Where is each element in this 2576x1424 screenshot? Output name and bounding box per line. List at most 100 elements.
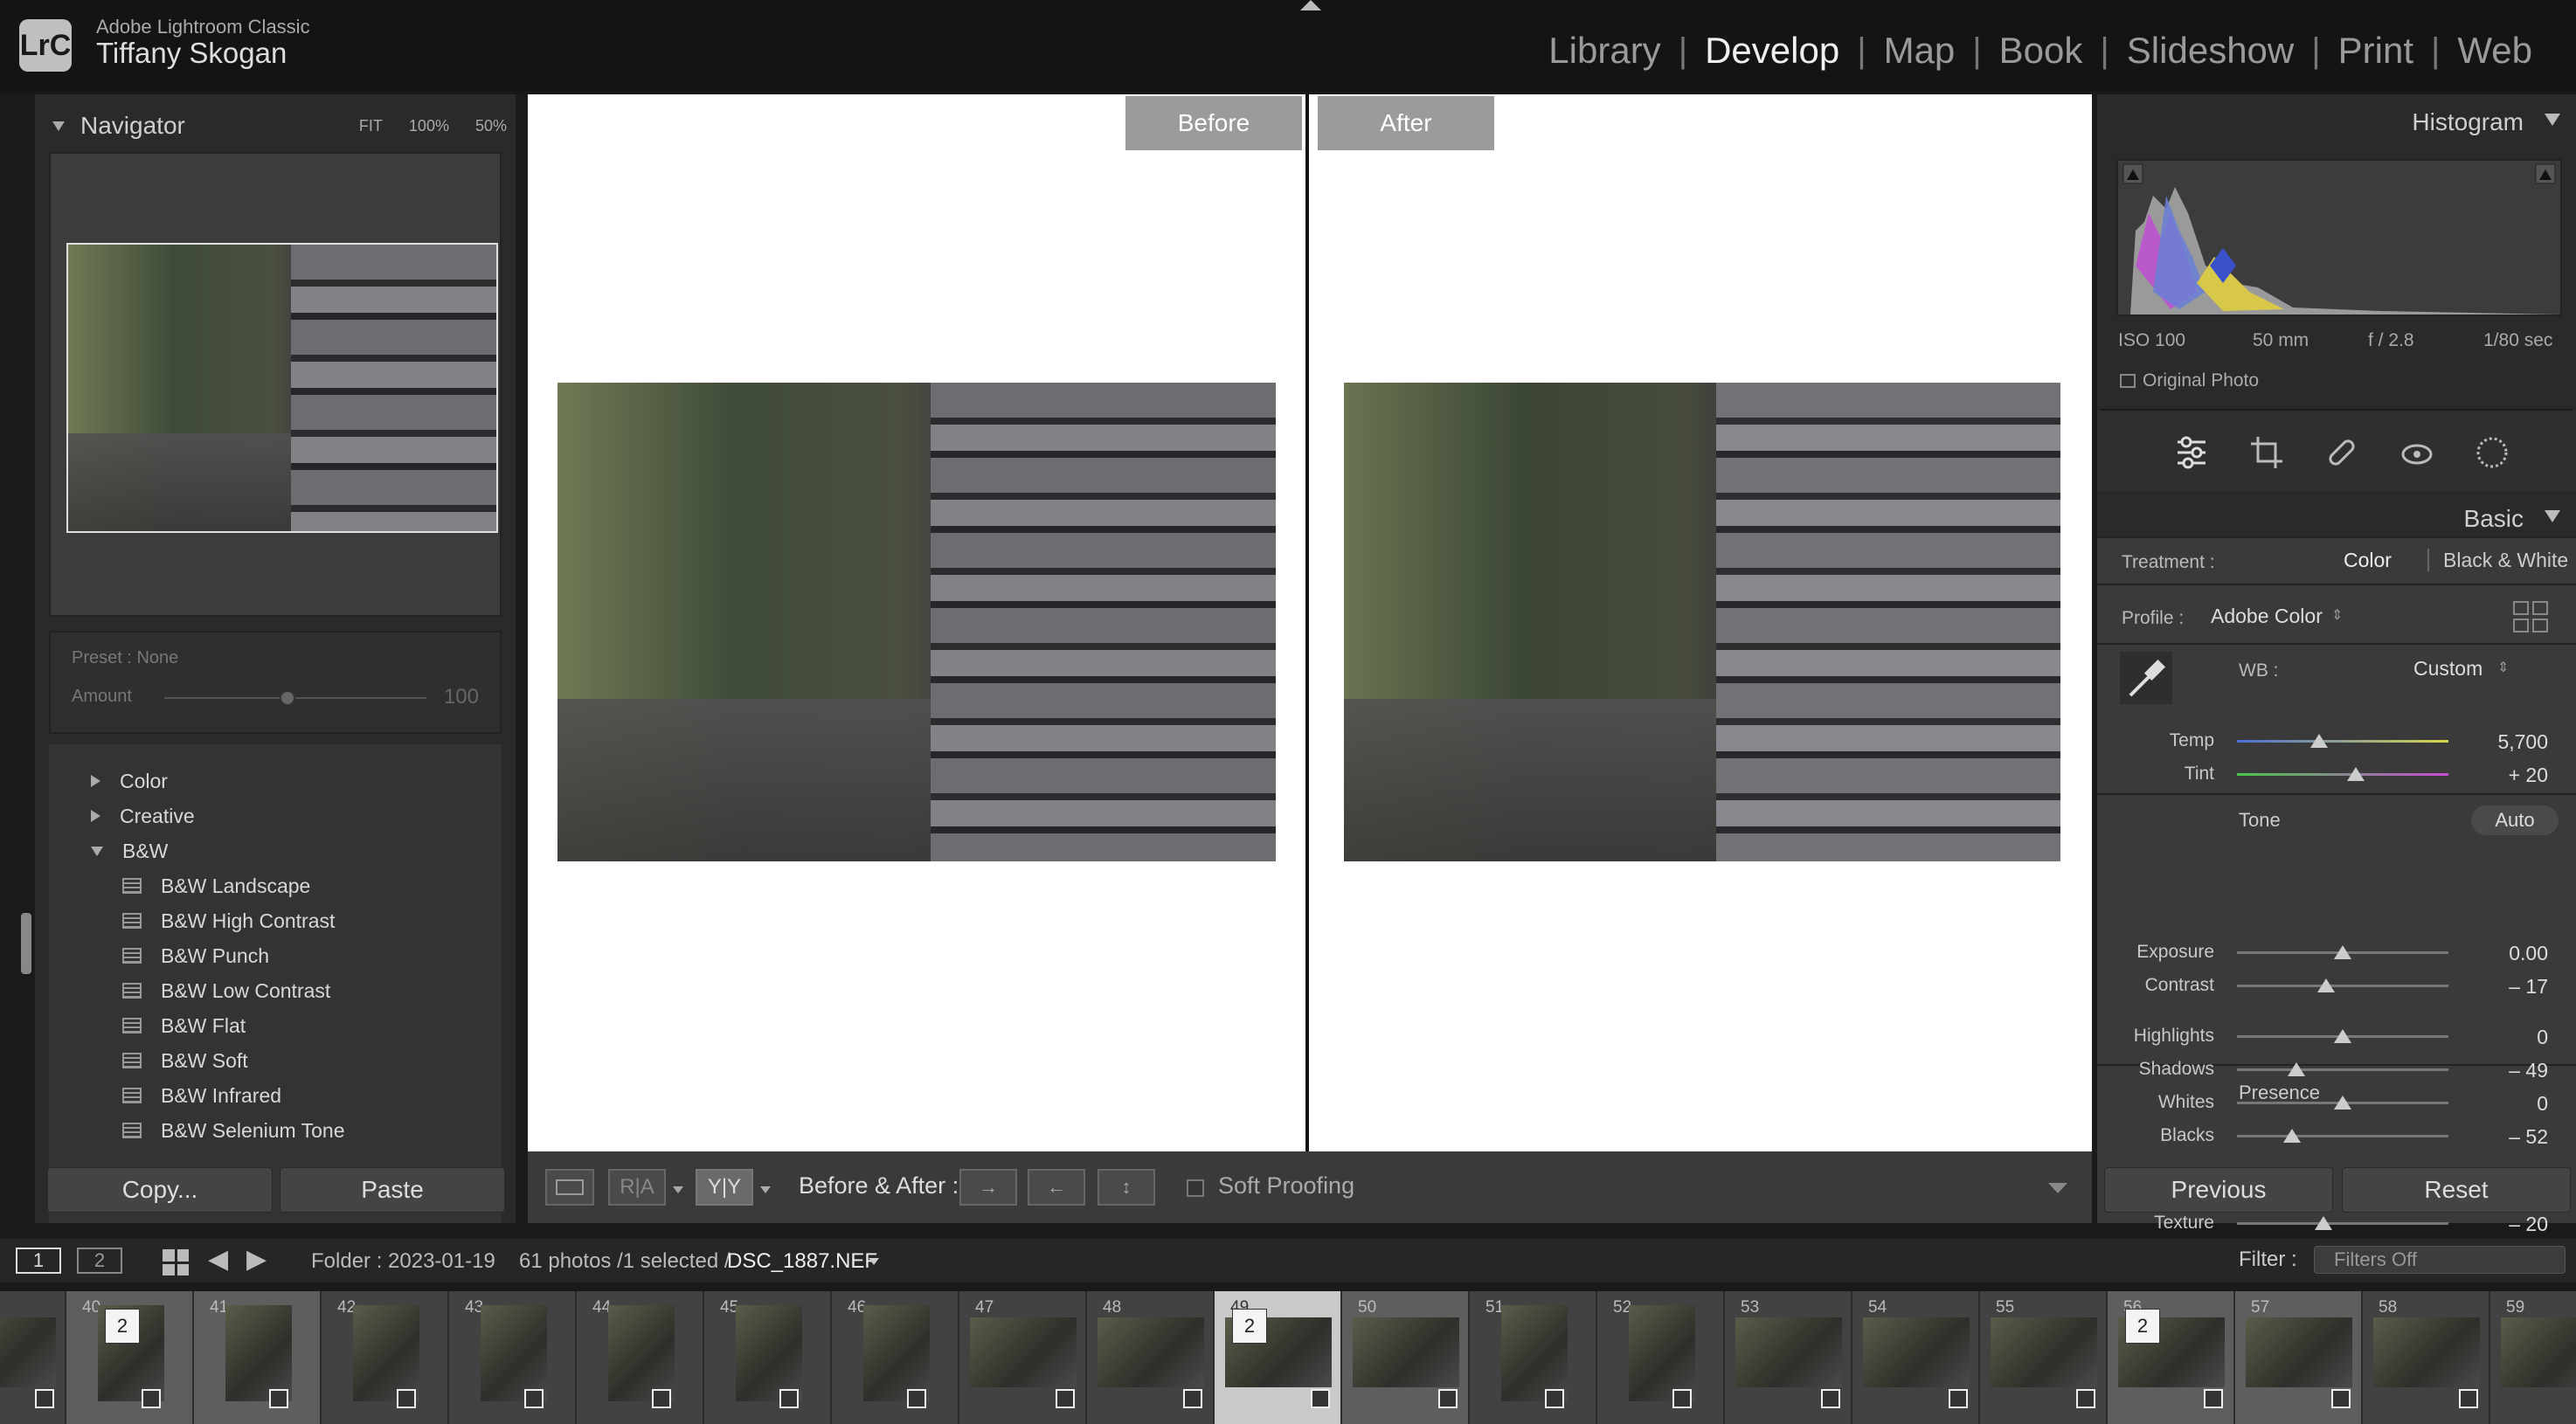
soft-proofing-checkbox[interactable] — [1187, 1179, 1204, 1197]
filmstrip-thumbnail[interactable] — [1501, 1305, 1568, 1401]
copy-after-to-before-button[interactable]: ← — [1028, 1169, 1085, 1206]
navigator-preview[interactable] — [66, 243, 498, 533]
before-after-yy-button[interactable]: Y|Y — [696, 1169, 753, 1206]
module-web[interactable]: Web — [2440, 30, 2550, 72]
collapse-navigator-icon[interactable] — [52, 121, 65, 131]
slider-value[interactable]: – 49 — [2461, 1059, 2548, 1082]
slider-value[interactable]: 0 — [2461, 1026, 2548, 1049]
slider-value[interactable]: 0 — [2461, 1092, 2548, 1116]
copy-button[interactable]: Copy... — [47, 1167, 273, 1213]
filmstrip-cell[interactable]: 56 2 — [2108, 1291, 2235, 1424]
filmstrip-cell[interactable]: 46 — [832, 1291, 959, 1424]
preset-item[interactable]: B&W Soft — [91, 1043, 502, 1078]
preset-item[interactable]: B&W Selenium Tone — [91, 1113, 502, 1148]
slider-tint[interactable]: Tint + 20 — [2097, 758, 2576, 791]
filmstrip-thumbnail[interactable] — [863, 1305, 930, 1401]
toolbar-options-icon[interactable] — [2048, 1183, 2067, 1193]
stack-count-badge[interactable]: 2 — [2125, 1309, 2160, 1344]
slider-value[interactable]: – 17 — [2461, 975, 2548, 999]
preset-item[interactable]: B&W High Contrast — [91, 903, 502, 938]
slider-track[interactable] — [2237, 1222, 2448, 1225]
original-photo-checkbox[interactable] — [2120, 374, 2136, 388]
preset-item[interactable]: B&W Landscape — [91, 868, 502, 903]
red-eye-icon[interactable] — [2399, 435, 2434, 470]
preset-group[interactable]: B&W — [91, 833, 502, 868]
filmstrip-thumbnail[interactable] — [608, 1305, 675, 1401]
before-after-lr-button[interactable]: R|A — [608, 1169, 666, 1206]
slider-shadows[interactable]: Shadows – 49 — [2097, 1054, 2576, 1087]
collapsed-icon[interactable] — [91, 775, 100, 787]
collapse-top-panel-icon[interactable] — [1300, 0, 1321, 10]
slider-track[interactable] — [2237, 773, 2448, 776]
filmstrip-cell[interactable]: 54 — [1852, 1291, 1980, 1424]
display-2-button[interactable]: 2 — [77, 1248, 122, 1274]
filmstrip-thumbnail[interactable] — [1353, 1317, 1459, 1387]
slider-value[interactable]: 5,700 — [2461, 730, 2548, 754]
collapse-histogram-icon[interactable] — [2545, 114, 2560, 126]
amount-slider[interactable] — [164, 697, 426, 699]
preset-group[interactable]: Creative — [91, 798, 502, 833]
filmstrip-thumbnail[interactable] — [970, 1317, 1077, 1387]
filmstrip-cell[interactable]: 57 — [2235, 1291, 2363, 1424]
filmstrip-cell[interactable]: 45 — [704, 1291, 832, 1424]
filmstrip-cell[interactable]: 55 — [1980, 1291, 2108, 1424]
masking-icon[interactable] — [2475, 435, 2510, 470]
filmstrip-thumbnail[interactable] — [1735, 1317, 1842, 1387]
filmstrip-thumbnail[interactable] — [1863, 1317, 1970, 1387]
filmstrip-cell[interactable] — [0, 1291, 66, 1424]
slider-track[interactable] — [2237, 740, 2448, 743]
filmstrip-cell[interactable]: 48 — [1087, 1291, 1215, 1424]
filter-select[interactable]: Filters Off — [2314, 1246, 2566, 1274]
filmstrip-cell[interactable]: 40 2 — [66, 1291, 194, 1424]
module-slideshow[interactable]: Slideshow — [2109, 30, 2311, 72]
filmstrip-thumbnail[interactable] — [0, 1317, 56, 1387]
slider-track[interactable] — [2237, 1135, 2448, 1137]
profile-value[interactable]: Adobe Color — [2211, 605, 2323, 628]
filmstrip-cell[interactable]: 41 — [194, 1291, 322, 1424]
swap-before-after-button[interactable]: ↕ — [1098, 1169, 1155, 1206]
module-print[interactable]: Print — [2321, 30, 2431, 72]
before-photo[interactable] — [557, 383, 1276, 861]
module-book[interactable]: Book — [1982, 30, 2101, 72]
slider-blacks[interactable]: Blacks – 52 — [2097, 1120, 2576, 1153]
profile-chevron-icon[interactable]: ⇕ — [2331, 606, 2343, 624]
stack-count-badge[interactable]: 2 — [105, 1309, 140, 1344]
preset-item[interactable]: B&W Low Contrast — [91, 973, 502, 1008]
histogram[interactable] — [2116, 159, 2562, 316]
preset-item[interactable]: B&W Infrared — [91, 1078, 502, 1113]
previous-button[interactable]: Previous — [2104, 1167, 2333, 1213]
slider-whites[interactable]: Whites 0 — [2097, 1087, 2576, 1120]
filmstrip-thumbnail[interactable] — [2501, 1317, 2576, 1387]
slider-value[interactable]: 0.00 — [2461, 942, 2548, 965]
zoom-option[interactable]: FIT — [359, 117, 383, 135]
filmstrip-thumbnail[interactable] — [2373, 1317, 2480, 1387]
slider-exposure[interactable]: Exposure 0.00 — [2097, 937, 2576, 970]
filename-dropdown-icon[interactable] — [869, 1258, 879, 1265]
crop-icon[interactable] — [2249, 435, 2284, 470]
slider-contrast[interactable]: Contrast – 17 — [2097, 970, 2576, 1003]
treatment-color[interactable]: Color — [2344, 549, 2392, 572]
filmstrip-cell[interactable]: 51 — [1470, 1291, 1597, 1424]
filmstrip-cell[interactable]: 52 — [1597, 1291, 1725, 1424]
collapse-basic-icon[interactable] — [2545, 510, 2560, 522]
module-library[interactable]: Library — [1531, 30, 1678, 72]
forward-arrow-icon[interactable]: ▶ — [246, 1244, 267, 1275]
copy-before-to-after-button[interactable]: → — [959, 1169, 1017, 1206]
filmstrip-thumbnail[interactable] — [481, 1305, 547, 1401]
slider-thumb[interactable] — [2346, 767, 2365, 781]
eyedropper-icon[interactable] — [2120, 652, 2172, 704]
stack-count-badge[interactable]: 2 — [1232, 1309, 1267, 1344]
filmstrip-cell[interactable]: 50 — [1342, 1291, 1470, 1424]
amount-slider-thumb[interactable] — [280, 690, 295, 706]
filmstrip-cell[interactable]: 53 — [1725, 1291, 1852, 1424]
filmstrip-thumbnail[interactable] — [2246, 1317, 2352, 1387]
back-arrow-icon[interactable]: ◀ — [208, 1244, 228, 1275]
view-mode-dropdown-icon[interactable] — [673, 1186, 683, 1193]
healing-icon[interactable] — [2324, 435, 2359, 470]
slider-thumb[interactable] — [2334, 945, 2351, 959]
after-photo[interactable] — [1344, 383, 2060, 861]
slider-highlights[interactable]: Highlights 0 — [2097, 1020, 2576, 1054]
module-map[interactable]: Map — [1866, 30, 1973, 72]
filmstrip-thumbnail[interactable] — [1991, 1317, 2097, 1387]
slider-thumb[interactable] — [2316, 978, 2335, 992]
